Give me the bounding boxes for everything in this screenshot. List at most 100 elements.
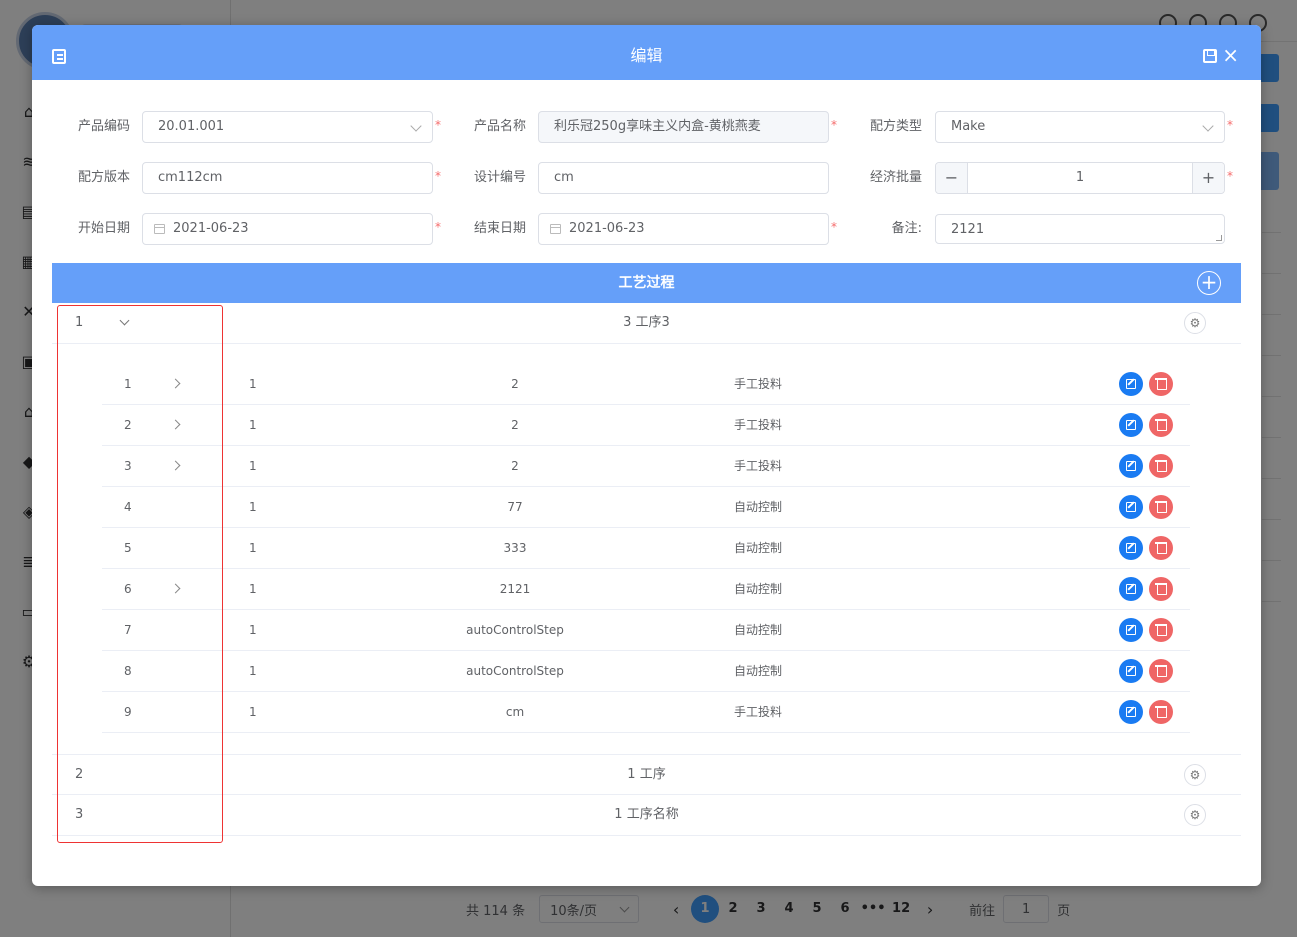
product-code-value: 20.01.001	[158, 119, 225, 134]
design-number-value: cm	[554, 170, 574, 185]
step-value: cm	[505, 705, 525, 719]
chevron-right-icon[interactable]	[170, 378, 181, 389]
resize-handle[interactable]	[1216, 235, 1222, 241]
end-date-picker[interactable]: 2021-06-23	[538, 213, 829, 245]
chevron-right-icon[interactable]	[170, 583, 181, 594]
trash-icon[interactable]	[1149, 536, 1173, 560]
step-type: 自动控制	[733, 664, 782, 678]
trash-icon[interactable]	[1149, 659, 1173, 683]
edit-icon[interactable]	[1119, 577, 1143, 601]
step-value: 333	[503, 541, 527, 555]
chevron-down-icon	[1202, 120, 1214, 132]
step-row[interactable]: 6 1 2121 自动控制	[102, 569, 1190, 610]
step-type: 自动控制	[733, 623, 782, 637]
step-value: autoControlStep	[466, 664, 564, 678]
recipe-version-input[interactable]: cm112cm	[142, 162, 433, 194]
step-row[interactable]: 8 1 autoControlStep 自动控制	[102, 651, 1190, 692]
step-qty: 1	[249, 582, 257, 596]
recipe-version-value: cm112cm	[158, 170, 223, 185]
trash-icon[interactable]	[1149, 413, 1173, 437]
step-row[interactable]: 9 1 cm 手工投料	[102, 692, 1190, 733]
step-value: 2	[511, 459, 519, 473]
increase-button[interactable]: +	[1192, 163, 1224, 193]
step-number: 3	[124, 459, 132, 473]
economic-batch-stepper: − 1 +	[935, 162, 1225, 194]
product-code-select[interactable]: 20.01.001	[142, 111, 433, 143]
step-type: 自动控制	[733, 541, 782, 555]
dialog-header: 编辑 ×	[32, 25, 1261, 80]
step-number: 8	[124, 664, 132, 678]
step-number: 1	[124, 377, 132, 391]
end-date-label: 结束日期	[473, 221, 526, 236]
close-icon[interactable]: ×	[1222, 45, 1239, 65]
step-type: 手工投料	[733, 705, 782, 719]
recipe-type-value: Make	[951, 119, 986, 134]
remark-label: 备注:	[891, 221, 922, 236]
process-row[interactable]: 3 1 工序名称 ⚙	[52, 795, 1241, 836]
trash-icon[interactable]	[1149, 700, 1173, 724]
economic-batch-label: 经济批量	[869, 170, 922, 185]
step-type: 手工投料	[733, 459, 782, 473]
step-row[interactable]: 3 1 2 手工投料	[102, 446, 1190, 487]
trash-icon[interactable]	[1149, 495, 1173, 519]
trash-icon[interactable]	[1149, 454, 1173, 478]
product-code-label: 产品编码	[77, 119, 130, 134]
recipe-type-select[interactable]: Make	[935, 111, 1225, 143]
design-number-input[interactable]: cm	[538, 162, 829, 194]
trash-icon[interactable]	[1149, 372, 1173, 396]
remark-textarea[interactable]: 2121	[935, 214, 1225, 244]
start-date-label: 开始日期	[77, 221, 130, 236]
chevron-right-icon[interactable]	[170, 460, 181, 471]
gear-icon[interactable]: ⚙	[1184, 312, 1206, 334]
required-mark: *	[1227, 169, 1233, 183]
chevron-down-icon	[410, 120, 422, 132]
step-row[interactable]: 5 1 333 自动控制	[102, 528, 1190, 569]
edit-icon[interactable]	[1119, 618, 1143, 642]
form-row-2: 配方版本 cm112cm * 设计编号 cm 经济批量 − 1 + *	[32, 162, 1261, 194]
product-name-label: 产品名称	[473, 119, 526, 134]
design-number-label: 设计编号	[473, 170, 526, 185]
step-value: 2	[511, 418, 519, 432]
save-icon[interactable]	[1203, 49, 1217, 63]
step-number: 7	[124, 623, 132, 637]
step-row[interactable]: 4 1 77 自动控制	[102, 487, 1190, 528]
step-number: 2	[124, 418, 132, 432]
calendar-icon	[154, 224, 165, 234]
decrease-button[interactable]: −	[936, 163, 968, 193]
step-value: 77	[507, 500, 523, 514]
step-qty: 1	[249, 623, 257, 637]
edit-icon[interactable]	[1119, 454, 1143, 478]
add-process-button[interactable]: +	[1197, 271, 1221, 295]
recipe-version-label: 配方版本	[77, 170, 130, 185]
form-row-3: 开始日期 2021-06-23 * 结束日期 2021-06-23 * 备注: …	[32, 213, 1261, 245]
economic-batch-value[interactable]: 1	[968, 163, 1192, 193]
edit-dialog: 编辑 × 产品编码 20.01.001 * 产品名称 利乐冠250g享味主义内盒…	[32, 25, 1261, 886]
step-value: autoControlStep	[466, 623, 564, 637]
gear-icon[interactable]: ⚙	[1184, 804, 1206, 826]
start-date-picker[interactable]: 2021-06-23	[142, 213, 433, 245]
process-row[interactable]: 2 1 工序 ⚙	[52, 754, 1241, 795]
edit-icon[interactable]	[1119, 700, 1143, 724]
edit-icon[interactable]	[1119, 659, 1143, 683]
calendar-icon	[550, 224, 561, 234]
step-row[interactable]: 1 1 2 手工投料	[102, 364, 1190, 405]
trash-icon[interactable]	[1149, 577, 1173, 601]
gear-icon[interactable]: ⚙	[1184, 764, 1206, 786]
step-value: 2	[511, 377, 519, 391]
edit-icon[interactable]	[1119, 372, 1143, 396]
start-date-value: 2021-06-23	[173, 221, 249, 236]
edit-icon[interactable]	[1119, 413, 1143, 437]
step-row[interactable]: 7 1 autoControlStep 自动控制	[102, 610, 1190, 651]
trash-icon[interactable]	[1149, 618, 1173, 642]
dialog-title: 编辑	[630, 46, 663, 65]
edit-icon[interactable]	[1119, 495, 1143, 519]
chevron-right-icon[interactable]	[170, 419, 181, 430]
process-header: 工艺过程 +	[52, 263, 1241, 303]
edit-icon[interactable]	[1119, 536, 1143, 560]
process-row[interactable]: 1 3 工序3 ⚙	[52, 303, 1241, 344]
product-name-input: 利乐冠250g享味主义内盒-黄桃燕麦	[538, 111, 829, 143]
step-qty: 1	[249, 500, 257, 514]
step-row[interactable]: 2 1 2 手工投料	[102, 405, 1190, 446]
step-number: 6	[124, 582, 132, 596]
step-type: 手工投料	[733, 377, 782, 391]
